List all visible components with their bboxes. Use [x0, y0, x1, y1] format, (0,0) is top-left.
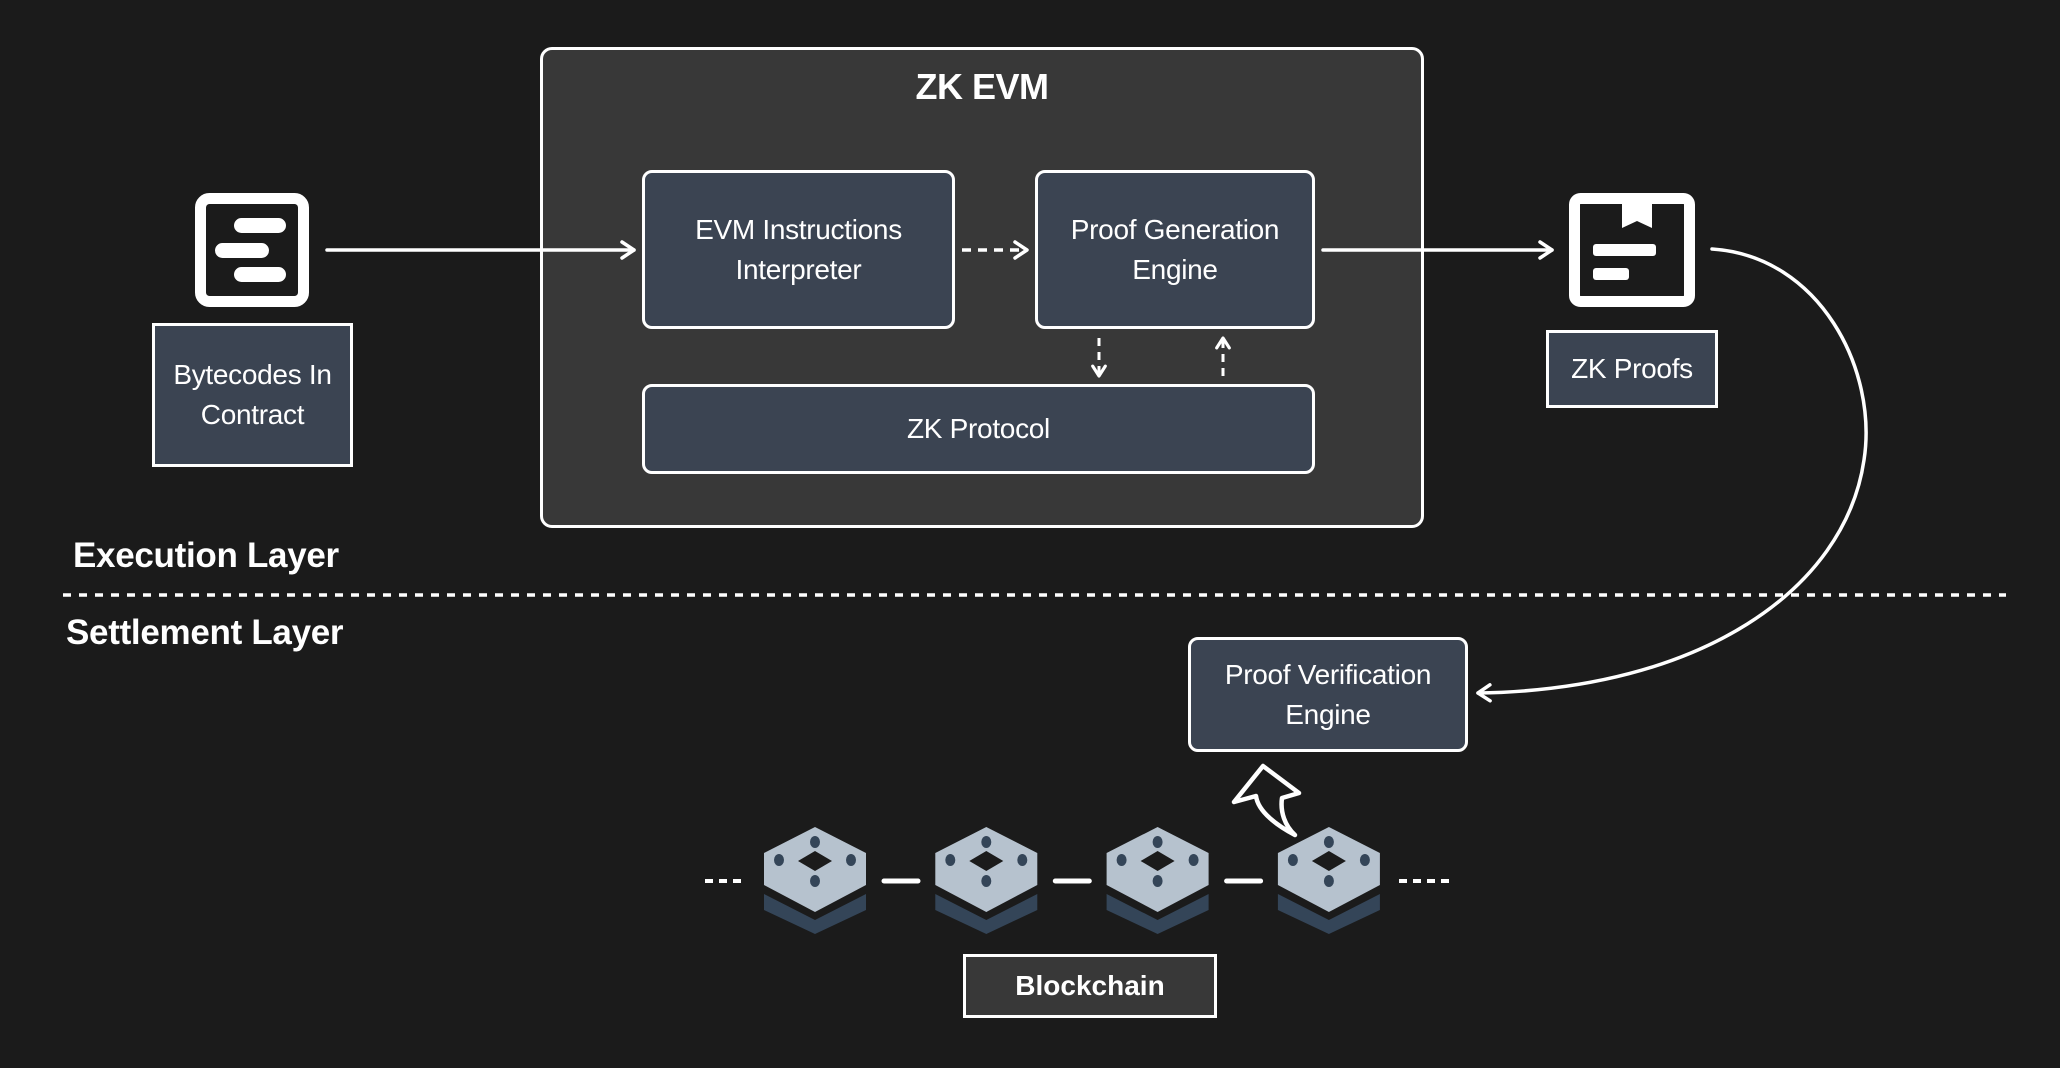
curved-up-arrow-icon: [1231, 763, 1302, 838]
block-dot: [981, 875, 992, 887]
block-dot: [1359, 854, 1370, 866]
document-lines-icon: [195, 193, 309, 307]
blockchain-block-icon: [1277, 827, 1380, 934]
block-dot: [1116, 854, 1127, 866]
blockchain-block-icon: [935, 827, 1038, 934]
block-dot: [1287, 854, 1298, 866]
block-dot: [1017, 854, 1028, 866]
edge-zk-proofs-to-verification: [1476, 247, 1868, 703]
block-dot: [810, 836, 820, 848]
block-dot: [846, 854, 856, 866]
block-dot: [1188, 854, 1199, 866]
bookmarked-document-icon: [1569, 193, 1695, 307]
block-dot: [1152, 875, 1163, 887]
block-dot: [810, 875, 820, 887]
blockchain-block-icon: [1106, 827, 1209, 934]
block-dot: [945, 854, 956, 866]
block-dot: [774, 854, 784, 866]
block-dot: [1323, 836, 1334, 848]
diagram-graphics: [63, 193, 2006, 934]
block-dot: [1152, 836, 1163, 848]
block-dot: [1323, 875, 1334, 887]
block-dot: [981, 836, 992, 848]
blockchain-block-icon: [764, 827, 866, 934]
